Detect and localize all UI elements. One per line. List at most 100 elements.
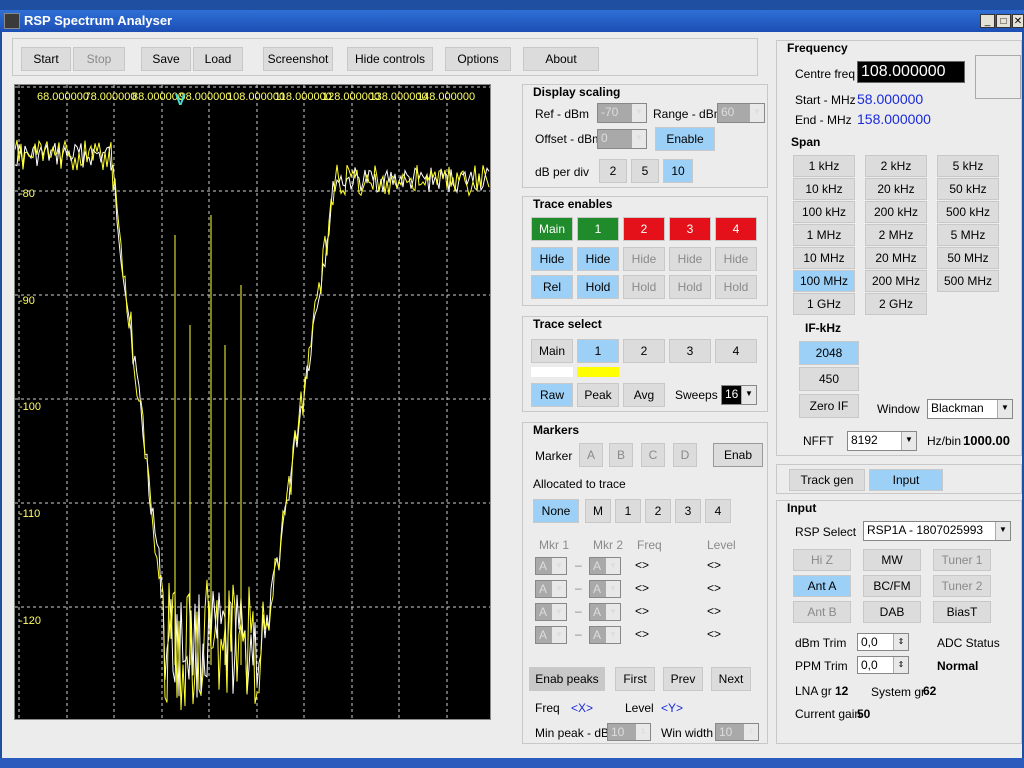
sweeps-select[interactable]: 16 ▼ <box>721 385 757 405</box>
span-5-khz-button[interactable]: 5 kHz <box>937 155 999 177</box>
maximize-icon[interactable]: □ <box>996 14 1011 28</box>
minimize-icon[interactable]: _ <box>980 14 995 28</box>
mkr2-select-1[interactable]: A ▼ <box>589 557 621 575</box>
hold-4-button[interactable]: Hold <box>715 275 757 299</box>
hide-main-button[interactable]: Hide <box>531 247 573 271</box>
dab-button[interactable]: DAB <box>863 601 921 623</box>
db-per-div-2-button[interactable]: 2 <box>599 159 627 183</box>
options-button[interactable]: Options <box>445 47 511 71</box>
raw-button[interactable]: Raw <box>531 383 573 407</box>
span-10-mhz-button[interactable]: 10 MHz <box>793 247 855 269</box>
offset-select[interactable]: 0 ▼ <box>597 129 647 149</box>
hide-1-button[interactable]: Hide <box>577 247 619 271</box>
mkr1-select-3[interactable]: A ▼ <box>535 603 567 621</box>
marker-d-button[interactable]: D <box>673 443 697 467</box>
alloc-1-button[interactable]: 1 <box>615 499 641 523</box>
biast-button[interactable]: BiasT <box>933 601 991 623</box>
mkr1-select-1[interactable]: A ▼ <box>535 557 567 575</box>
win-width-spinner[interactable]: 10 ⇕ <box>715 723 759 741</box>
rel-button[interactable]: Rel <box>531 275 573 299</box>
enab-peaks-button[interactable]: Enab peaks <box>529 667 605 691</box>
hide-2-button[interactable]: Hide <box>623 247 665 271</box>
span-2-khz-button[interactable]: 2 kHz <box>865 155 927 177</box>
trace-select-2[interactable]: 2 <box>623 339 665 363</box>
span-1-ghz-button[interactable]: 1 GHz <box>793 293 855 315</box>
load-button[interactable]: Load <box>193 47 243 71</box>
if-2048-button[interactable]: 2048 <box>799 341 859 365</box>
span-10-khz-button[interactable]: 10 kHz <box>793 178 855 200</box>
trace-select-main[interactable]: Main <box>531 339 573 363</box>
if-450-button[interactable]: 450 <box>799 367 859 391</box>
trace-select-3[interactable]: 3 <box>669 339 711 363</box>
mkr1-select-2[interactable]: A ▼ <box>535 580 567 598</box>
ref-select[interactable]: -70 ▼ <box>597 103 647 123</box>
db-per-div-5-button[interactable]: 5 <box>631 159 659 183</box>
span-1-khz-button[interactable]: 1 kHz <box>793 155 855 177</box>
alloc-m-button[interactable]: M <box>585 499 611 523</box>
trace-enable-4[interactable]: 4 <box>715 217 757 241</box>
trace-enable-2[interactable]: 2 <box>623 217 665 241</box>
bc-fm-button[interactable]: BC/FM <box>863 575 921 597</box>
mkr2-select-2[interactable]: A ▼ <box>589 580 621 598</box>
start-button[interactable]: Start <box>21 47 71 71</box>
span-2-ghz-button[interactable]: 2 GHz <box>865 293 927 315</box>
screenshot-button[interactable]: Screenshot <box>263 47 333 71</box>
first-button[interactable]: First <box>615 667 655 691</box>
marker-c-button[interactable]: C <box>641 443 665 467</box>
peak-button[interactable]: Peak <box>577 383 619 407</box>
hi-z-button[interactable]: Hi Z <box>793 549 851 571</box>
alloc-3-button[interactable]: 3 <box>675 499 701 523</box>
tab-track-gen[interactable]: Track gen <box>789 469 865 491</box>
dbm-trim-spinner[interactable]: 0,0 ⇕ <box>857 633 909 651</box>
ant-a-button[interactable]: Ant A <box>793 575 851 597</box>
enab-markers-button[interactable]: Enab <box>713 443 763 467</box>
alloc-4-button[interactable]: 4 <box>705 499 731 523</box>
range-select[interactable]: 60 ▼ <box>717 103 765 123</box>
tuner-2-button[interactable]: Tuner 2 <box>933 575 991 597</box>
avg-button[interactable]: Avg <box>623 383 665 407</box>
stop-button[interactable]: Stop <box>73 47 125 71</box>
trace-enable-main[interactable]: Main <box>531 217 573 241</box>
trace-enable-1[interactable]: 1 <box>577 217 619 241</box>
alloc-2-button[interactable]: 2 <box>645 499 671 523</box>
enable-button[interactable]: Enable <box>655 127 715 151</box>
trace-enable-3[interactable]: 3 <box>669 217 711 241</box>
alloc-none-button[interactable]: None <box>533 499 579 523</box>
hide-3-button[interactable]: Hide <box>669 247 711 271</box>
trace-select-4[interactable]: 4 <box>715 339 757 363</box>
save-button[interactable]: Save <box>141 47 191 71</box>
next-button[interactable]: Next <box>711 667 751 691</box>
prev-button[interactable]: Prev <box>663 667 703 691</box>
window-select[interactable]: Blackman ▼ <box>927 399 1013 419</box>
about-button[interactable]: About <box>523 47 599 71</box>
nfft-select[interactable]: 8192 ▼ <box>847 431 917 451</box>
mkr2-select-3[interactable]: A ▼ <box>589 603 621 621</box>
tuner-1-button[interactable]: Tuner 1 <box>933 549 991 571</box>
hold-1-button[interactable]: Hold <box>577 275 619 299</box>
span-100-mhz-button[interactable]: 100 MHz <box>793 270 855 292</box>
tab-input[interactable]: Input <box>869 469 943 491</box>
span-2-mhz-button[interactable]: 2 MHz <box>865 224 927 246</box>
span-50-khz-button[interactable]: 50 kHz <box>937 178 999 200</box>
close-icon[interactable]: ✕ <box>1012 14 1024 28</box>
centre-freq-input[interactable]: 108.000000 <box>857 61 965 83</box>
span-20-mhz-button[interactable]: 20 MHz <box>865 247 927 269</box>
span-1-mhz-button[interactable]: 1 MHz <box>793 224 855 246</box>
span-100-khz-button[interactable]: 100 kHz <box>793 201 855 223</box>
ppm-trim-spinner[interactable]: 0,0 ⇕ <box>857 656 909 674</box>
span-500-mhz-button[interactable]: 500 MHz <box>937 270 999 292</box>
hold-3-button[interactable]: Hold <box>669 275 711 299</box>
rsp-select[interactable]: RSP1A - 1807025993 ▼ <box>863 521 1011 541</box>
span-200-khz-button[interactable]: 200 kHz <box>865 201 927 223</box>
hold-2-button[interactable]: Hold <box>623 275 665 299</box>
spectrum-plot[interactable]: 68.000000 78.000000 88.000000 98.000000 108.… <box>14 84 491 720</box>
span-50-mhz-button[interactable]: 50 MHz <box>937 247 999 269</box>
marker-a-button[interactable]: A <box>579 443 603 467</box>
span-500-khz-button[interactable]: 500 kHz <box>937 201 999 223</box>
ant-b-button[interactable]: Ant B <box>793 601 851 623</box>
min-peak-spinner[interactable]: 10 ⇕ <box>607 723 651 741</box>
marker-b-button[interactable]: B <box>609 443 633 467</box>
span-200-mhz-button[interactable]: 200 MHz <box>865 270 927 292</box>
mkr2-select-4[interactable]: A ▼ <box>589 626 621 644</box>
span-5-mhz-button[interactable]: 5 MHz <box>937 224 999 246</box>
